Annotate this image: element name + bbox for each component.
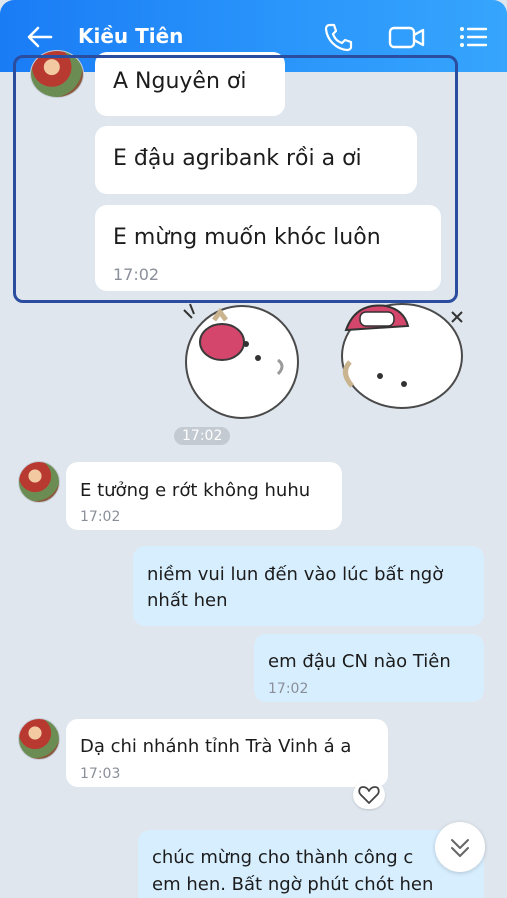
message-time: 17:02 (80, 509, 121, 525)
message-text-line: chúc mừng cho thành công c (152, 847, 414, 868)
contact-avatar[interactable] (18, 461, 60, 503)
sent-message[interactable]: em đậu CN nào Tiên 17:02 (254, 634, 484, 702)
cat-sticker[interactable] (170, 300, 470, 425)
sent-message[interactable]: niềm vui lun đến vào lúc bất ngờ nhất he… (133, 546, 484, 626)
message-text: em đậu CN nào Tiên (268, 651, 451, 672)
video-call-icon[interactable] (388, 22, 426, 52)
message-text-line: niềm vui lun đến vào lúc bất ngờ (147, 564, 444, 585)
message-text-line: em hen. Bất ngờ phút chót hen (152, 874, 434, 895)
received-message[interactable]: E tưởng e rớt không huhu 17:02 (66, 462, 342, 530)
menu-list-icon[interactable] (458, 22, 488, 52)
double-chevron-down-icon (451, 839, 469, 857)
message-time: 17:03 (80, 766, 121, 782)
phone-icon[interactable] (323, 22, 353, 52)
chat-screen: Kiều Tiên A Nguyên ơi E đậu agribank rồi… (0, 0, 507, 898)
message-text: Dạ chi nhánh tỉnh Trà Vinh á a (80, 736, 352, 757)
contact-name[interactable]: Kiều Tiên (78, 24, 183, 48)
message-text: E tưởng e rớt không huhu (80, 480, 311, 501)
message-time: 17:02 (268, 681, 309, 697)
contact-avatar[interactable] (18, 718, 60, 760)
sent-message[interactable]: chúc mừng cho thành công c em hen. Bất n… (138, 830, 484, 898)
message-text-line: nhất hen (147, 590, 228, 611)
received-message[interactable]: Dạ chi nhánh tỉnh Trà Vinh á a 17:03 (66, 719, 388, 787)
scroll-down-button[interactable] (435, 822, 485, 872)
sticker-time: 17:02 (174, 427, 231, 445)
highlight-frame (13, 55, 458, 303)
back-arrow-icon[interactable] (25, 22, 55, 52)
react-heart-button[interactable] (353, 781, 385, 809)
heart-icon (358, 786, 380, 804)
